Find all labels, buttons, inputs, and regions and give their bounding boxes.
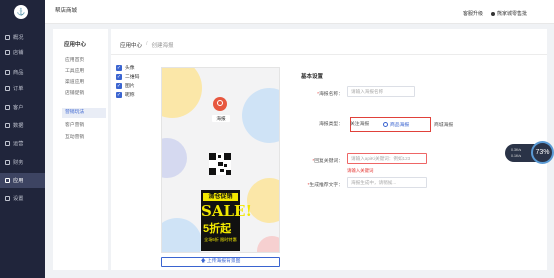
breadcrumb-current: 创建海报 — [151, 43, 174, 49]
user-icon — [491, 11, 495, 16]
divider — [111, 54, 547, 55]
usage-percent: 73% — [531, 141, 554, 164]
breadcrumb: 应用中心 / 创建海报 — [120, 41, 174, 49]
poster-type-label: 海报类型： — [319, 122, 343, 127]
poster-nickname[interactable]: 海报 — [212, 115, 230, 122]
generate-text-label: *生成推荐文字： — [307, 183, 343, 188]
settings-title: 基本设置 — [301, 74, 324, 80]
data-icon — [5, 123, 10, 128]
order-icon — [5, 86, 10, 91]
customer-icon — [5, 105, 10, 110]
home-icon — [5, 35, 10, 40]
poster-preview: 海报 清仓促销 SALE! 5折起 全场5折 限时特惠 — [161, 67, 280, 253]
qr-module — [226, 170, 231, 175]
promo-image[interactable]: 清仓促销 SALE! 5折起 全场5折 限时特惠 — [201, 190, 253, 251]
avatar-placeholder[interactable] — [213, 97, 227, 111]
poster-name-label: *海报名称： — [317, 92, 343, 97]
sidebar: ⚓ 概况 店铺 商品 订单 客户 数据 运营 财务 应用 设置 — [0, 0, 45, 278]
subnav-item[interactable]: 客户营销 — [65, 121, 105, 131]
sidebar-item-customers[interactable]: 客户 — [0, 100, 45, 115]
breadcrumb-root[interactable]: 应用中心 — [120, 41, 142, 49]
element-checkbox-image[interactable]: ✓ 图片 — [116, 82, 135, 89]
decor-shape — [242, 88, 279, 143]
user-menu[interactable]: 熊家城零售批 — [491, 10, 527, 17]
promo-sale: SALE! — [201, 202, 253, 220]
radio-goods-poster[interactable]: 商品海报 — [383, 121, 409, 128]
checkmark-icon: ✓ — [116, 91, 122, 98]
element-checkbox-qrcode[interactable]: ✓ 二维码 — [116, 73, 139, 80]
subnav-item[interactable]: 渠道应用 — [65, 78, 105, 88]
keyword-label: *回复关键词： — [312, 159, 343, 164]
promo-small: 全场5折 限时特惠 — [204, 237, 237, 242]
radio-follow-poster[interactable]: 关注海报 — [350, 120, 369, 127]
checkmark-icon: ✓ — [116, 82, 122, 89]
sidebar-item-shop[interactable]: 店铺 — [0, 45, 45, 60]
decor-shape — [162, 218, 202, 252]
generate-text-input[interactable]: 海报生成中，请稍候... — [347, 177, 427, 188]
settings-icon — [5, 196, 10, 201]
qr-module — [218, 162, 223, 166]
network-speed-widget[interactable]: 0.3K/s 0.1K/s 73% — [505, 141, 554, 165]
qr-module — [224, 164, 227, 167]
qr-module — [224, 153, 231, 160]
download-speed: 0.1K/s — [511, 154, 522, 158]
sidebar-item-settings[interactable]: 设置 — [0, 191, 45, 206]
upload-speed: 0.3K/s — [511, 148, 522, 152]
checkmark-icon: ✓ — [116, 64, 122, 71]
breadcrumb-separator: / — [146, 41, 148, 47]
keyword-error: 请输入关键词 — [347, 168, 374, 173]
anchor-icon: ⚓ — [16, 8, 26, 16]
main-content: 应用中心 / 创建海报 ✓ 头像 ✓ 二维码 ✓ 图片 ✓ 昵称 海报 清仓促销 SAL… — [111, 29, 547, 270]
app-center-nav: 应用中心 应用首页 工具应用 渠道应用 店铺促销 营销玩法 客户营销 互动营销 — [53, 29, 108, 270]
shop-icon — [5, 50, 10, 55]
decor-shape — [162, 68, 202, 118]
element-checkbox-nickname[interactable]: ✓ 昵称 — [116, 91, 135, 98]
goods-icon — [5, 70, 10, 75]
app-title: 帮店商城 — [55, 8, 78, 14]
subnav-item[interactable]: 应用首页 — [65, 56, 105, 66]
top-bar: 帮店商城 客服升级 熊家城零售批 — [45, 0, 554, 24]
upgrade-link[interactable]: 客服升级 — [463, 10, 483, 17]
subnav-item-active[interactable]: 营销玩法 — [62, 108, 106, 118]
radio-selected-icon — [383, 122, 388, 127]
sidebar-item-data[interactable]: 数据 — [0, 118, 45, 133]
subnav-item[interactable]: 互动营销 — [65, 133, 105, 143]
subnav-header: 应用中心 — [64, 42, 87, 48]
qr-module — [220, 169, 224, 172]
qr-module — [218, 155, 221, 158]
qr-module — [209, 153, 216, 160]
qrcode-image[interactable] — [209, 153, 231, 175]
subnav-item[interactable]: 工具应用 — [65, 67, 105, 77]
finance-icon — [5, 160, 10, 165]
poster-name-input[interactable]: 请输入海报名称 — [347, 86, 415, 97]
sidebar-item-orders[interactable]: 订单 — [0, 81, 45, 96]
keyword-input[interactable]: 请输入apiKi关键词：例如123 — [347, 153, 427, 164]
decor-shape — [162, 138, 187, 178]
apps-icon — [5, 178, 10, 183]
sidebar-item-overview[interactable]: 概况 — [0, 30, 45, 45]
sidebar-item-operations[interactable]: 运营 — [0, 136, 45, 151]
decor-shape — [257, 236, 279, 252]
element-checkbox-avatar[interactable]: ✓ 头像 — [116, 64, 135, 71]
operations-icon — [5, 141, 10, 146]
qr-module — [209, 168, 216, 175]
sidebar-item-goods[interactable]: 商品 — [0, 65, 45, 80]
sidebar-item-finance[interactable]: 财务 — [0, 155, 45, 170]
radio-mall-poster[interactable]: 商城海报 — [434, 121, 453, 128]
checkmark-icon: ✓ — [116, 73, 122, 80]
app-logo[interactable]: ⚓ — [14, 5, 28, 19]
basic-settings-form: 基本设置 *海报名称： 请输入海报名称 海报类型： 关注海报 商品海报 商城海报… — [295, 67, 545, 197]
upload-background-button[interactable]: 🡅 上传海报背景图 — [161, 257, 280, 267]
promo-title: 清仓促销 — [203, 193, 238, 201]
promo-discount: 5折起 — [203, 223, 232, 235]
subnav-item[interactable]: 店铺促销 — [65, 89, 105, 99]
sidebar-item-apps[interactable]: 应用 — [0, 173, 45, 188]
